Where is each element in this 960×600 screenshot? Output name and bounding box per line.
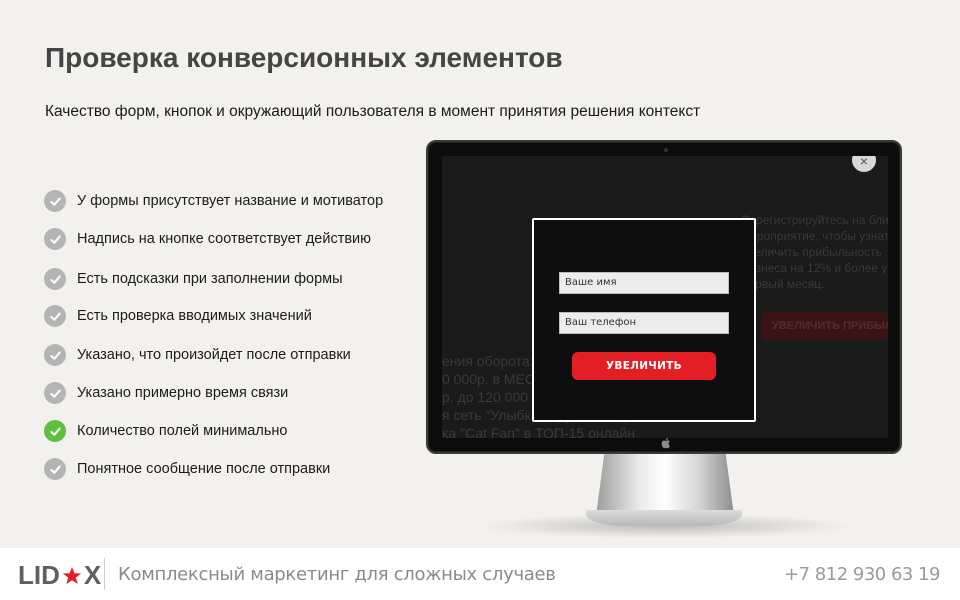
- check-icon: [44, 382, 66, 404]
- page-title: Проверка конверсионных элементов: [45, 42, 563, 73]
- checklist-label: Есть проверка вводимых значений: [77, 308, 312, 324]
- logo-text-right: X: [83, 560, 102, 590]
- check-icon: [44, 344, 66, 366]
- logo: LID X: [18, 560, 101, 591]
- background-cta-button: УВЕЛИЧИТЬ ПРИБЫЛЬ: [762, 312, 888, 340]
- checklist-item: Указано примерно время связи: [44, 382, 288, 404]
- check-icon: [44, 228, 66, 250]
- checklist-item: Указано, что произойдет после отправки: [44, 344, 351, 366]
- camera-dot: [664, 148, 668, 152]
- popup-form: Ваше имя Ваш телефон УВЕЛИЧИТЬ: [532, 218, 756, 422]
- check-icon: [44, 458, 66, 480]
- page-subtitle: Качество форм, кнопок и окружающий польз…: [45, 103, 701, 120]
- name-field[interactable]: Ваше имя: [559, 272, 729, 294]
- checklist-item: Есть проверка вводимых значений: [44, 305, 312, 327]
- check-icon: [44, 268, 66, 290]
- checklist-item: Понятное сообщение после отправки: [44, 458, 330, 480]
- checklist-label: Указано, что произойдет после отправки: [77, 347, 351, 363]
- star-icon: [62, 566, 81, 584]
- check-icon: [44, 305, 66, 327]
- checklist-item: У формы присутствует название и мотивато…: [44, 190, 383, 212]
- footer-divider: [104, 558, 105, 590]
- footer-tagline: Комплексный маркетинг для сложных случае…: [118, 564, 556, 585]
- logo-text-left: LID: [18, 560, 60, 590]
- footer-phone: +7 812 930 63 19: [784, 564, 940, 585]
- monitor-mockup: Зарегистрируйтесь на бли мероприятие, чт…: [426, 140, 902, 454]
- monitor-screen: Зарегистрируйтесь на бли мероприятие, чт…: [442, 156, 888, 438]
- checklist-item: Надпись на кнопке соответствует действию: [44, 228, 371, 250]
- monitor-stand-base: [586, 510, 742, 526]
- close-icon[interactable]: ×: [852, 156, 876, 172]
- checklist-label: У формы присутствует название и мотивато…: [77, 193, 384, 209]
- checklist-label: Есть подсказки при заполнении формы: [77, 271, 343, 287]
- check-icon: [44, 190, 66, 212]
- checklist-label: Надпись на кнопке соответствует действию: [77, 231, 372, 247]
- checklist-label: Количество полей минимально: [77, 423, 288, 439]
- checklist-item: Количество полей минимально: [44, 420, 287, 442]
- checklist-item: Есть подсказки при заполнении формы: [44, 268, 343, 290]
- background-promo-text: Зарегистрируйтесь на бли мероприятие, чт…: [742, 213, 888, 291]
- phone-field[interactable]: Ваш телефон: [559, 312, 729, 334]
- check-icon: [44, 420, 66, 442]
- monitor-stand: [596, 454, 734, 516]
- footer: LID X Комплексный маркетинг для сложных …: [0, 548, 960, 600]
- checklist-label: Понятное сообщение после отправки: [77, 461, 331, 477]
- checklist-label: Указано примерно время связи: [77, 385, 289, 401]
- submit-button[interactable]: УВЕЛИЧИТЬ: [572, 352, 716, 380]
- apple-logo-icon: [661, 437, 670, 449]
